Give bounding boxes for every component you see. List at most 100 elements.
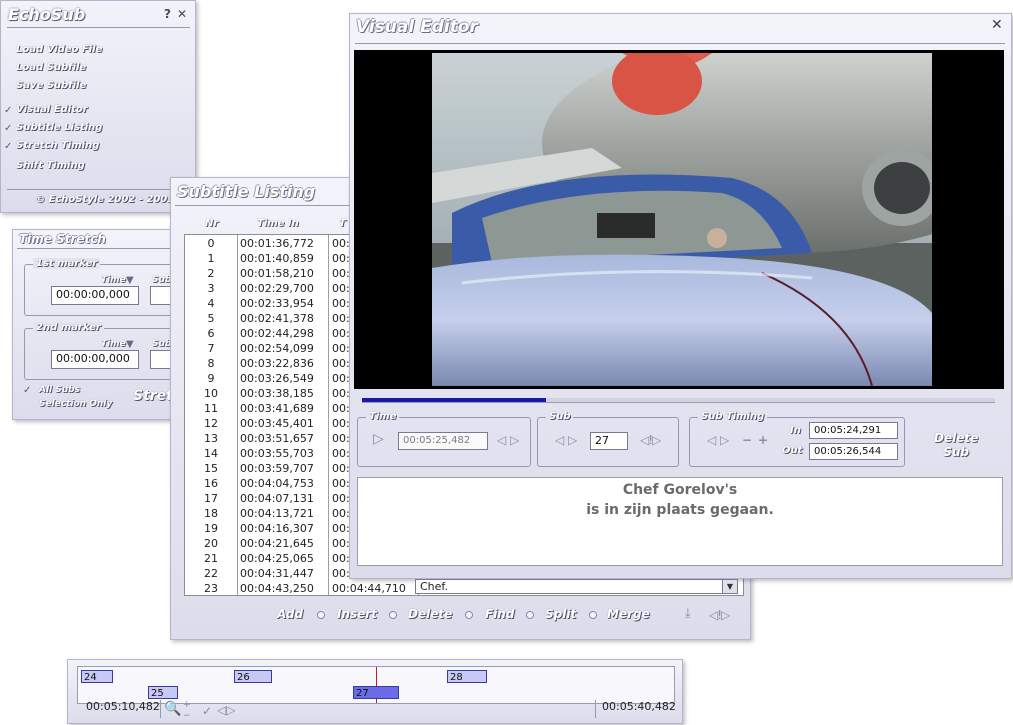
step-back-icon[interactable]: ◁ bbox=[497, 434, 506, 446]
cell-time-in: 00:04:25,065 bbox=[240, 552, 314, 565]
time-stretch-title: Time Stretch bbox=[19, 232, 106, 246]
prev-sub-icon[interactable]: ◁ bbox=[555, 434, 564, 446]
current-time-field[interactable]: 00:05:25,482 bbox=[398, 432, 488, 450]
video-area[interactable] bbox=[354, 50, 1004, 389]
find-button[interactable]: Find bbox=[485, 607, 514, 621]
minus-icon[interactable]: − bbox=[742, 434, 752, 446]
timeline-track[interactable]: 24 25 26 27 28 bbox=[77, 666, 675, 704]
check-icon: ✓ bbox=[4, 141, 13, 152]
menu-load-subfile[interactable]: Load Subfile bbox=[16, 62, 86, 73]
cell-time-in: 00:02:44,298 bbox=[240, 327, 314, 340]
cell-nr: 16 bbox=[204, 477, 218, 490]
separator-dot bbox=[526, 611, 534, 619]
timeline-sub-24[interactable]: 24 bbox=[81, 670, 113, 683]
check-icon: ✓ bbox=[23, 385, 32, 396]
goto-sub-icon[interactable]: ◁!▷ bbox=[640, 434, 661, 446]
play-icon[interactable]: ▷ bbox=[373, 432, 384, 446]
next-sub-icon[interactable]: ▷ bbox=[568, 434, 577, 446]
cell-nr: 3 bbox=[207, 282, 215, 295]
toggle-subtitle-listing[interactable]: Subtitle Listing bbox=[16, 122, 102, 133]
split-button[interactable]: Split bbox=[545, 607, 576, 621]
timeline-sub-25[interactable]: 25 bbox=[148, 686, 178, 699]
delete-button[interactable]: Delete bbox=[408, 607, 452, 621]
subtitle-text-editor[interactable]: Chef Gorelov's is in zijn plaats gegaan. bbox=[357, 477, 1003, 566]
step-forward-icon[interactable]: ▷ bbox=[510, 434, 519, 446]
col-header-nr[interactable]: Nr bbox=[205, 218, 218, 229]
cell-time-in: 00:04:16,307 bbox=[240, 522, 314, 535]
cell-nr: 6 bbox=[207, 327, 215, 340]
cell-nr: 0 bbox=[207, 237, 215, 250]
timing-forward-icon[interactable]: ▷ bbox=[720, 434, 729, 446]
close-icon[interactable]: ✕ bbox=[177, 8, 187, 20]
in-time-field[interactable]: 00:05:24,291 bbox=[809, 422, 898, 439]
cell-time-in: 00:03:26,549 bbox=[240, 372, 314, 385]
timeline-end-time: 00:05:40,482 bbox=[602, 700, 676, 713]
menu-load-video-file[interactable]: Load Video File bbox=[16, 44, 102, 55]
subtitle-line-1: Chef Gorelov's bbox=[622, 482, 738, 498]
marker2-time-input[interactable]: 00:00:00,000 bbox=[51, 350, 139, 369]
close-icon[interactable]: ✕ bbox=[991, 18, 1003, 32]
cell-nr: 15 bbox=[204, 462, 218, 475]
menu-save-subfile[interactable]: Save Subfile bbox=[16, 80, 86, 91]
time-label: Time bbox=[101, 339, 126, 349]
separator-dot bbox=[389, 611, 397, 619]
timing-back-icon[interactable]: ◁ bbox=[707, 434, 716, 446]
footer-divider bbox=[7, 189, 190, 190]
toggle-stretch-timing[interactable]: Stretch Timing bbox=[16, 140, 99, 151]
toggle-visual-editor[interactable]: Visual Editor bbox=[16, 104, 88, 115]
plus-icon[interactable]: + bbox=[758, 434, 768, 446]
cell-nr: 4 bbox=[207, 297, 215, 310]
marker1-time-input[interactable]: 00:00:00,000 bbox=[51, 286, 139, 305]
cell-nr: 7 bbox=[207, 342, 215, 355]
check-icon[interactable]: ✓ bbox=[202, 705, 212, 717]
echosub-title: EchoSub bbox=[8, 5, 86, 24]
timeline-window: 24 25 26 27 28 00:05:10,482 🔍 + − ✓ ◁▷ 0… bbox=[67, 659, 683, 724]
in-label: In bbox=[790, 425, 801, 436]
sub-number-field[interactable]: 27 bbox=[590, 432, 628, 450]
cell-time-in: 00:04:07,131 bbox=[240, 492, 314, 505]
toggle-shift-timing[interactable]: Shift Timing bbox=[16, 160, 85, 171]
cell-time-in: 00:04:21,645 bbox=[240, 537, 314, 550]
all-subs-option[interactable]: All Subs bbox=[39, 385, 80, 395]
jump-to-sub-icon[interactable]: ◁!▷ bbox=[709, 609, 730, 621]
cell-time-in: 00:01:40,859 bbox=[240, 252, 314, 265]
add-button[interactable]: Add bbox=[277, 607, 303, 621]
sub-label: Sub bbox=[152, 339, 172, 349]
col-header-time-in[interactable]: Time In bbox=[257, 218, 299, 229]
cell-time-in: 00:02:41,378 bbox=[240, 312, 314, 325]
row-text-field[interactable]: Chef. ▼ bbox=[415, 579, 738, 594]
subtitle-listing-title: Subtitle Listing bbox=[177, 182, 316, 201]
split-view-icon[interactable]: ◁▷ bbox=[217, 704, 235, 716]
cell-time-out: 00:04:44,710 bbox=[332, 582, 406, 595]
col-header-time-out[interactable]: T bbox=[339, 218, 346, 229]
cell-nr: 14 bbox=[204, 447, 218, 460]
cell-nr: 22 bbox=[204, 567, 218, 580]
cell-time-in: 00:03:45,401 bbox=[240, 417, 314, 430]
playback-progress-track[interactable] bbox=[362, 398, 995, 403]
cell-nr: 21 bbox=[204, 552, 218, 565]
delete-sub-button[interactable]: Delete Sub bbox=[934, 431, 978, 459]
timeline-sub-26[interactable]: 26 bbox=[234, 670, 272, 683]
cell-time-in: 00:03:41,689 bbox=[240, 402, 314, 415]
out-time-field[interactable]: 00:05:26,544 bbox=[809, 443, 898, 460]
timeline-sub-27[interactable]: 27 bbox=[353, 686, 399, 699]
cell-nr: 13 bbox=[204, 432, 218, 445]
copyright-text: © EchoStyle 2002 - 2003 bbox=[35, 194, 175, 205]
insert-button[interactable]: Insert bbox=[337, 607, 377, 621]
help-icon[interactable]: ? bbox=[164, 8, 171, 20]
visual-editor-window: Visual Editor ✕ Time ▷ 00:05:25,482 ◁ ▷ … bbox=[349, 13, 1012, 579]
cell-time-in: 00:04:04,753 bbox=[240, 477, 314, 490]
title-divider bbox=[355, 43, 1005, 44]
cell-time-in: 00:03:59,707 bbox=[240, 462, 314, 475]
zoom-minus-icon[interactable]: − bbox=[183, 710, 191, 722]
selection-only-option[interactable]: Selection Only bbox=[39, 399, 112, 409]
delete-sub-label-line1: Delete bbox=[934, 431, 979, 445]
download-icon[interactable]: ⤓ bbox=[685, 607, 691, 620]
chevron-down-icon[interactable]: ▼ bbox=[722, 580, 737, 593]
merge-button[interactable]: Merge bbox=[607, 607, 650, 621]
sub-group-label: Sub bbox=[546, 411, 574, 422]
separator-dot bbox=[465, 611, 473, 619]
zoom-icon[interactable]: 🔍 bbox=[164, 702, 181, 716]
cell-nr: 18 bbox=[204, 507, 218, 520]
timeline-sub-28[interactable]: 28 bbox=[447, 670, 487, 683]
